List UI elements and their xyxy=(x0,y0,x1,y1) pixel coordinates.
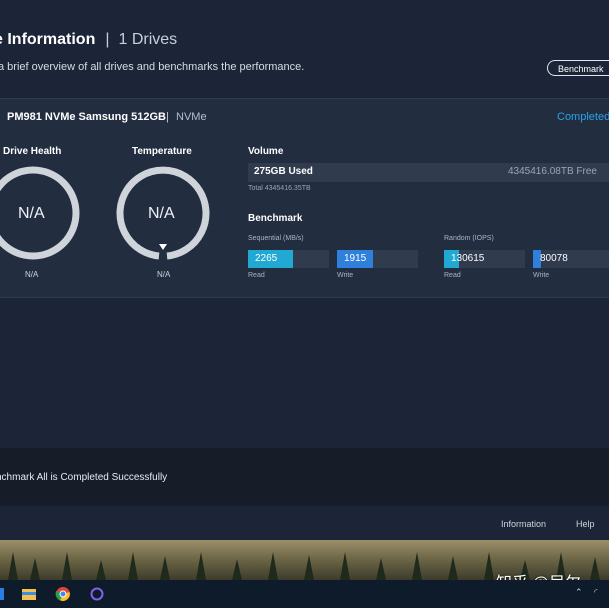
seq-read-value: 2265 xyxy=(255,253,278,264)
seq-write-value: 1915 xyxy=(344,253,367,264)
title-separator: | xyxy=(105,31,110,48)
tree-shape xyxy=(96,560,106,580)
tree-shape xyxy=(268,552,278,580)
seq-write-label: Write xyxy=(337,272,354,279)
tree-shape xyxy=(196,552,206,580)
volume-title: Volume xyxy=(248,146,284,157)
drive-health-value: N/A xyxy=(18,205,45,222)
drive-card: PM981 NVMe Samsung 512GB | NVMe Complete… xyxy=(0,98,609,298)
seq-write-bar: 1915 xyxy=(337,250,418,268)
tree-shape xyxy=(304,555,314,580)
volume-free: 4345416.08TB Free xyxy=(508,166,597,177)
information-link[interactable]: Information xyxy=(501,519,546,529)
random-label: Random (IOPS) xyxy=(444,235,494,242)
page-subtitle: a brief overview of all drives and bench… xyxy=(0,61,305,73)
tree-shape xyxy=(590,557,600,580)
tree-shape xyxy=(484,552,494,580)
page-title: e Information xyxy=(0,31,96,48)
magician-window: e Information | 1 Drives a brief overvie… xyxy=(0,0,609,540)
tree-shape xyxy=(128,552,138,580)
rand-write-value: 80078 xyxy=(540,253,568,264)
tree-shape xyxy=(412,552,422,580)
taskbar: ⌃ ◜ xyxy=(0,580,609,608)
rand-write-bar: 80078 xyxy=(533,250,609,268)
app-icon[interactable] xyxy=(0,586,10,602)
temperature-sub: N/A xyxy=(157,270,171,279)
volume-used: 275GB Used xyxy=(254,166,313,177)
page-title-row: e Information | 1 Drives xyxy=(0,28,177,52)
volume-total: Total 4345416.35TB xyxy=(248,185,311,192)
benchmark-status: Completed xyxy=(557,111,609,123)
footer-links: Information Help xyxy=(0,506,609,540)
tree-shape xyxy=(376,558,386,580)
status-text: nchmark All is Completed Successfully xyxy=(0,472,168,483)
rand-read-value: 130615 xyxy=(451,253,485,264)
rand-read-bar: 130615 xyxy=(444,250,525,268)
temperature-label: Temperature xyxy=(132,146,192,157)
tree-shape xyxy=(340,552,350,580)
temperature-value: N/A xyxy=(148,205,175,222)
tree-shape xyxy=(62,552,72,580)
rand-read-label: Read xyxy=(444,272,461,279)
tree-shape xyxy=(160,556,170,580)
drive-separator: | xyxy=(166,111,169,123)
benchmark-title: Benchmark xyxy=(248,213,303,224)
chevron-up-icon[interactable]: ⌃ xyxy=(575,587,583,598)
cortana-icon[interactable] xyxy=(89,586,105,602)
seq-read-label: Read xyxy=(248,272,265,279)
wifi-icon[interactable]: ◜ xyxy=(594,587,598,598)
seq-read-bar: 2265 xyxy=(248,250,329,268)
help-link[interactable]: Help xyxy=(576,519,595,529)
sequential-label: Sequential (MB/s) xyxy=(248,235,304,242)
drive-health-sub: N/A xyxy=(25,270,39,279)
drive-name: PM981 NVMe Samsung 512GB xyxy=(7,111,166,123)
tree-shape xyxy=(30,558,40,580)
drive-count: 1 Drives xyxy=(118,31,178,48)
benchmark-button[interactable]: Benchmark xyxy=(547,60,609,76)
tree-shape xyxy=(8,552,18,580)
drive-health-label: Drive Health xyxy=(3,146,62,157)
chrome-icon[interactable] xyxy=(55,586,71,602)
drive-interface: NVMe xyxy=(176,111,207,123)
tree-shape xyxy=(448,556,458,580)
status-bar: nchmark All is Completed Successfully xyxy=(0,448,609,506)
file-explorer-icon[interactable] xyxy=(21,586,37,602)
tree-shape xyxy=(232,559,242,580)
rand-write-label: Write xyxy=(533,272,550,279)
temperature-pointer-icon xyxy=(159,244,167,250)
